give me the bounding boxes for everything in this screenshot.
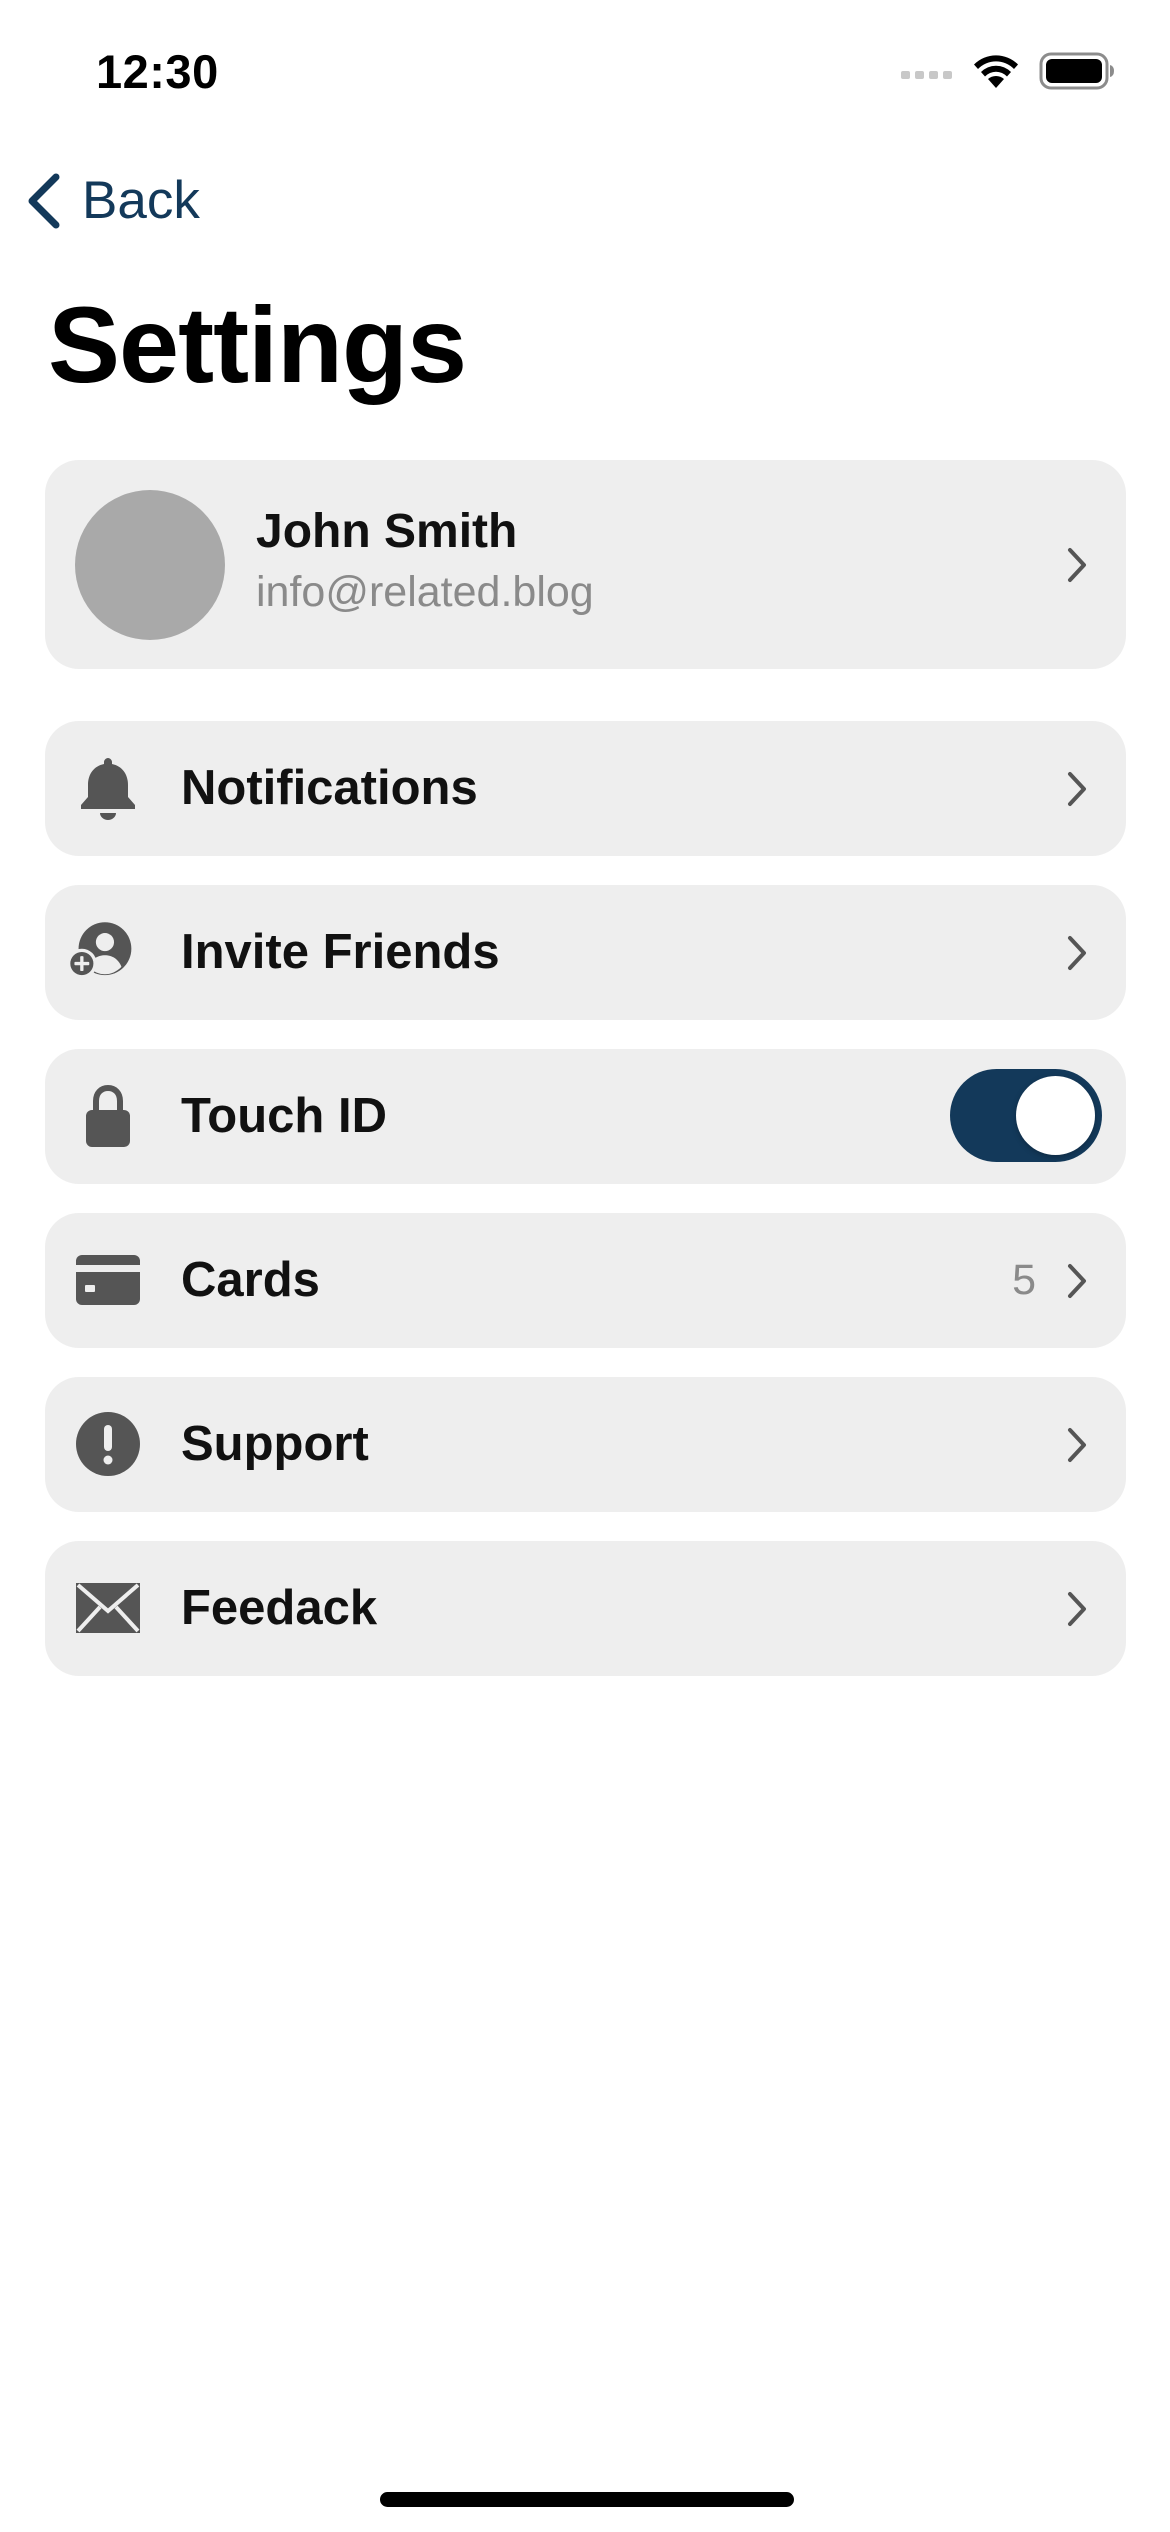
credit-card-icon <box>75 1247 141 1313</box>
settings-row-notifications[interactable]: Notifications <box>45 721 1126 856</box>
add-person-icon <box>67 919 133 985</box>
row-label: Touch ID <box>181 1089 387 1143</box>
settings-row-cards[interactable]: Cards 5 <box>45 1213 1126 1348</box>
status-icons <box>901 52 1115 90</box>
bell-icon <box>75 755 141 821</box>
settings-row-invite-friends[interactable]: Invite Friends <box>45 885 1126 1020</box>
exclamation-icon <box>75 1411 141 1477</box>
battery-icon <box>1039 52 1114 90</box>
status-bar: 12:30 <box>0 0 1170 150</box>
chevron-right-icon <box>1068 1263 1086 1298</box>
back-button[interactable]: Back <box>24 170 200 231</box>
row-label: Cards <box>181 1253 320 1307</box>
settings-row-support[interactable]: Support <box>45 1377 1126 1512</box>
touch-id-toggle[interactable] <box>950 1069 1102 1162</box>
row-label: Invite Friends <box>181 925 500 979</box>
wifi-icon <box>974 55 1018 88</box>
status-time: 12:30 <box>96 45 219 98</box>
avatar <box>75 490 225 640</box>
profile-card[interactable]: John Smith info@related.blog <box>45 460 1126 669</box>
profile-email: info@related.blog <box>256 568 594 616</box>
cards-count-badge: 5 <box>1012 1256 1036 1304</box>
home-indicator[interactable] <box>380 2492 794 2507</box>
chevron-right-icon <box>1068 935 1086 970</box>
row-label: Feedack <box>181 1581 378 1635</box>
row-label: Notifications <box>181 761 478 815</box>
envelope-icon <box>75 1575 141 1641</box>
chevron-right-icon <box>1068 1427 1086 1462</box>
settings-row-feedback[interactable]: Feedack <box>45 1541 1126 1676</box>
lock-icon <box>75 1083 141 1149</box>
toggle-knob <box>1016 1076 1095 1155</box>
chevron-left-icon <box>28 173 60 228</box>
profile-name: John Smith <box>256 505 518 558</box>
chevron-right-icon <box>1068 547 1086 582</box>
cellular-signal-icon <box>901 71 952 79</box>
row-label: Support <box>181 1417 369 1471</box>
chevron-right-icon <box>1068 771 1086 806</box>
page-title: Settings <box>48 284 467 405</box>
settings-row-touch-id: Touch ID <box>45 1049 1126 1184</box>
back-label: Back <box>82 171 200 230</box>
chevron-right-icon <box>1068 1591 1086 1626</box>
